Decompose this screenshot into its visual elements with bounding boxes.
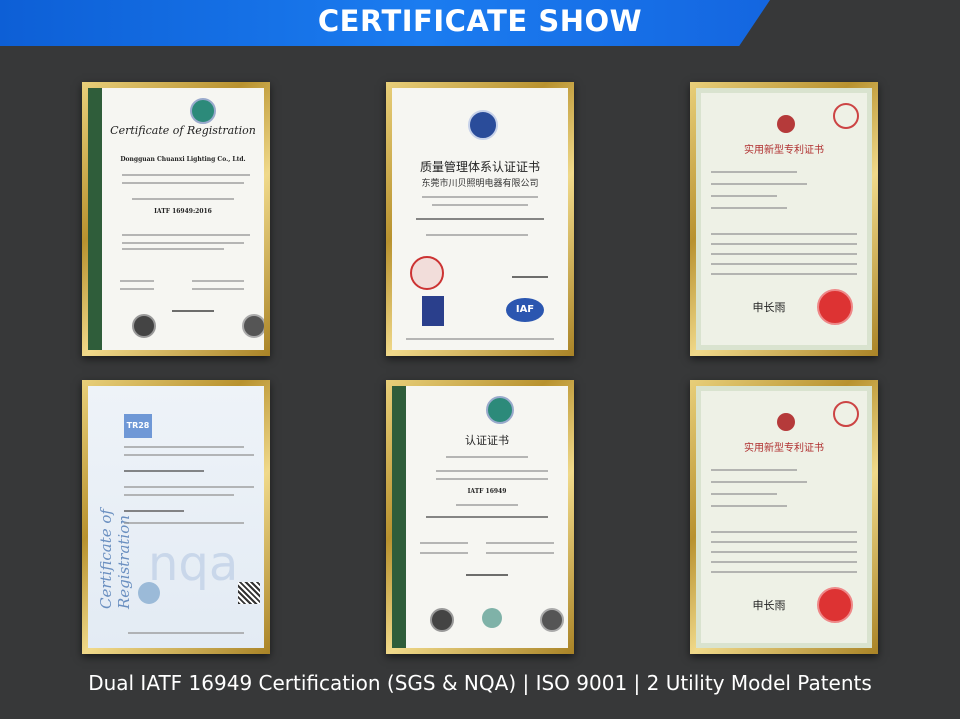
certificate-paper: 实用新型专利证书 申长雨 bbox=[696, 88, 872, 350]
certification-caption: Dual IATF 16949 Certification (SGS & NQA… bbox=[88, 671, 872, 695]
logo-icon bbox=[190, 98, 216, 124]
certificate-title: Certificate of Registration bbox=[110, 124, 256, 137]
red-stamp-icon bbox=[833, 103, 859, 129]
logo-icon bbox=[468, 110, 498, 140]
logo-icon bbox=[486, 396, 514, 424]
certificate-frame-1[interactable]: Certificate of Registration Dongguan Chu… bbox=[82, 82, 270, 356]
certificate-frame-4[interactable]: Certificate of Registration TR28 nqa bbox=[82, 380, 270, 654]
certificate-company: 东莞市川贝照明电器有限公司 bbox=[421, 179, 539, 189]
red-stamp-icon bbox=[410, 256, 444, 290]
certificate-frame-6[interactable]: 实用新型专利证书 申长雨 bbox=[690, 380, 878, 654]
certificate-frame-5[interactable]: 认证证书 IATF 16949 bbox=[386, 380, 574, 654]
globe-icon bbox=[138, 582, 160, 604]
red-stamp-icon bbox=[833, 401, 859, 427]
certificate-title: 实用新型专利证书 bbox=[744, 145, 824, 156]
certificate-frame-2[interactable]: 质量管理体系认证证书 东莞市川贝照明电器有限公司 IAF bbox=[386, 82, 574, 356]
seal-icon bbox=[242, 314, 264, 338]
certificate-paper: Certificate of Registration Dongguan Chu… bbox=[88, 88, 264, 350]
seal-icon bbox=[132, 314, 156, 338]
national-emblem-stamp-icon bbox=[817, 587, 853, 623]
certificate-standard: IATF 16949:2016 bbox=[154, 208, 212, 215]
iaf-logo-icon: IAF bbox=[506, 298, 544, 322]
certificate-standard: IATF 16949 bbox=[467, 488, 507, 495]
certificate-company: Dongguan Chuanxi Lighting Co., Ltd. bbox=[120, 156, 246, 163]
qr-code-icon bbox=[238, 582, 260, 604]
cnas-logo-icon bbox=[422, 296, 444, 326]
globe-icon bbox=[482, 608, 502, 628]
seal-icon bbox=[540, 608, 564, 632]
page-title: CERTIFICATE SHOW bbox=[317, 4, 643, 38]
certificate-frame-3[interactable]: 实用新型专利证书 申长雨 bbox=[690, 82, 878, 356]
national-emblem-stamp-icon bbox=[817, 289, 853, 325]
seal-icon bbox=[430, 608, 454, 632]
certificate-title: 质量管理体系认证证书 bbox=[419, 160, 540, 174]
nqa-watermark: nqa bbox=[148, 536, 239, 592]
certificate-title: 认证证书 bbox=[465, 434, 509, 447]
certificate-paper: Certificate of Registration TR28 nqa bbox=[88, 386, 264, 648]
certificate-paper: 认证证书 IATF 16949 bbox=[392, 386, 568, 648]
certificate-paper: 质量管理体系认证证书 东莞市川贝照明电器有限公司 IAF bbox=[392, 88, 568, 350]
patent-logo-icon bbox=[777, 115, 795, 133]
patent-logo-icon bbox=[777, 413, 795, 431]
nqa-logo-icon: TR28 bbox=[124, 414, 152, 438]
certificate-title: 实用新型专利证书 bbox=[744, 443, 824, 454]
certificate-paper: 实用新型专利证书 申长雨 bbox=[696, 386, 872, 648]
certificate-title: Certificate of Registration bbox=[97, 509, 133, 609]
